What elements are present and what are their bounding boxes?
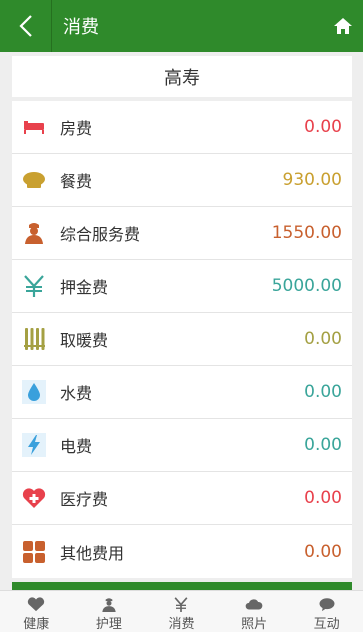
grid-icon [22,540,46,564]
radiator-icon [22,327,46,351]
fee-label: 电费 [60,437,93,456]
lightning-icon [22,433,46,457]
fee-row-medical[interactable]: 医疗费 0.00 [12,472,352,525]
chevron-left-icon [18,15,32,37]
fee-row-meal[interactable]: 餐费 930.00 [12,154,352,207]
fee-value: 0.00 [304,117,342,137]
fee-value: 930.00 [282,170,342,190]
fee-row-heating[interactable]: 取暖费 0.00 [12,313,352,366]
fee-label: 其他费用 [60,543,125,563]
fee-label: 餐费 [60,172,93,191]
fee-value: 0.00 [304,488,342,508]
fee-value: 0.00 [304,329,342,349]
cloud-icon [245,599,263,610]
medical-heart-icon [22,486,46,510]
fee-row-water[interactable]: 水费 0.00 [12,366,352,419]
tab-label: 互动 [313,617,340,632]
tab-label: 照片 [241,617,268,632]
tab-photos[interactable]: 照片 [218,591,291,632]
fee-value: 0.00 [304,382,342,402]
home-icon [334,18,352,34]
bottom-tab-bar: 健康 护理 消费 照片 互动 [0,590,363,632]
fee-label: 水费 [60,384,93,403]
tab-label: 护理 [95,617,122,632]
tab-care[interactable]: 护理 [73,591,146,632]
fee-value: 0.00 [304,435,342,455]
fee-row-deposit[interactable]: 押金费 5000.00 [12,260,352,313]
fee-value: 5000.00 [271,276,342,296]
back-button[interactable] [0,0,52,52]
nurse-icon [102,598,116,612]
fee-label: 房费 [60,119,93,138]
water-drop-icon [22,380,46,404]
divider-bar [12,582,352,590]
caregiver-icon [22,221,46,245]
fee-list: 房费 0.00 餐费 930.00 综合服务费 1550.00 押金费 5000… [12,101,352,578]
fee-row-service[interactable]: 综合服务费 1550.00 [12,207,352,260]
tab-label: 健康 [23,617,50,632]
bed-icon [22,115,46,139]
chef-hat-icon [22,168,46,192]
home-button[interactable] [323,0,363,52]
fee-row-electricity[interactable]: 电费 0.00 [12,419,352,472]
tab-interaction[interactable]: 互动 [290,591,363,632]
fee-label: 取暖费 [60,331,109,350]
fee-label: 医疗费 [60,490,109,509]
yen-icon [175,597,188,612]
page-title: 消费 [63,17,99,38]
tab-label: 消费 [168,617,195,632]
chat-bubble-icon [319,598,335,612]
resident-name: 高寿 [12,56,352,97]
tab-consumption[interactable]: 消费 [145,591,218,632]
fee-value: 0.00 [304,541,342,562]
fee-label: 押金费 [60,278,109,297]
yen-icon [22,274,46,298]
fee-row-other[interactable]: 其他费用 0.00 [12,525,352,578]
heart-icon [28,597,45,612]
tab-health[interactable]: 健康 [0,591,73,632]
top-bar: 消费 [0,0,363,52]
fee-label: 综合服务费 [60,225,141,244]
fee-value: 1550.00 [271,223,342,243]
fee-row-room[interactable]: 房费 0.00 [12,101,352,154]
